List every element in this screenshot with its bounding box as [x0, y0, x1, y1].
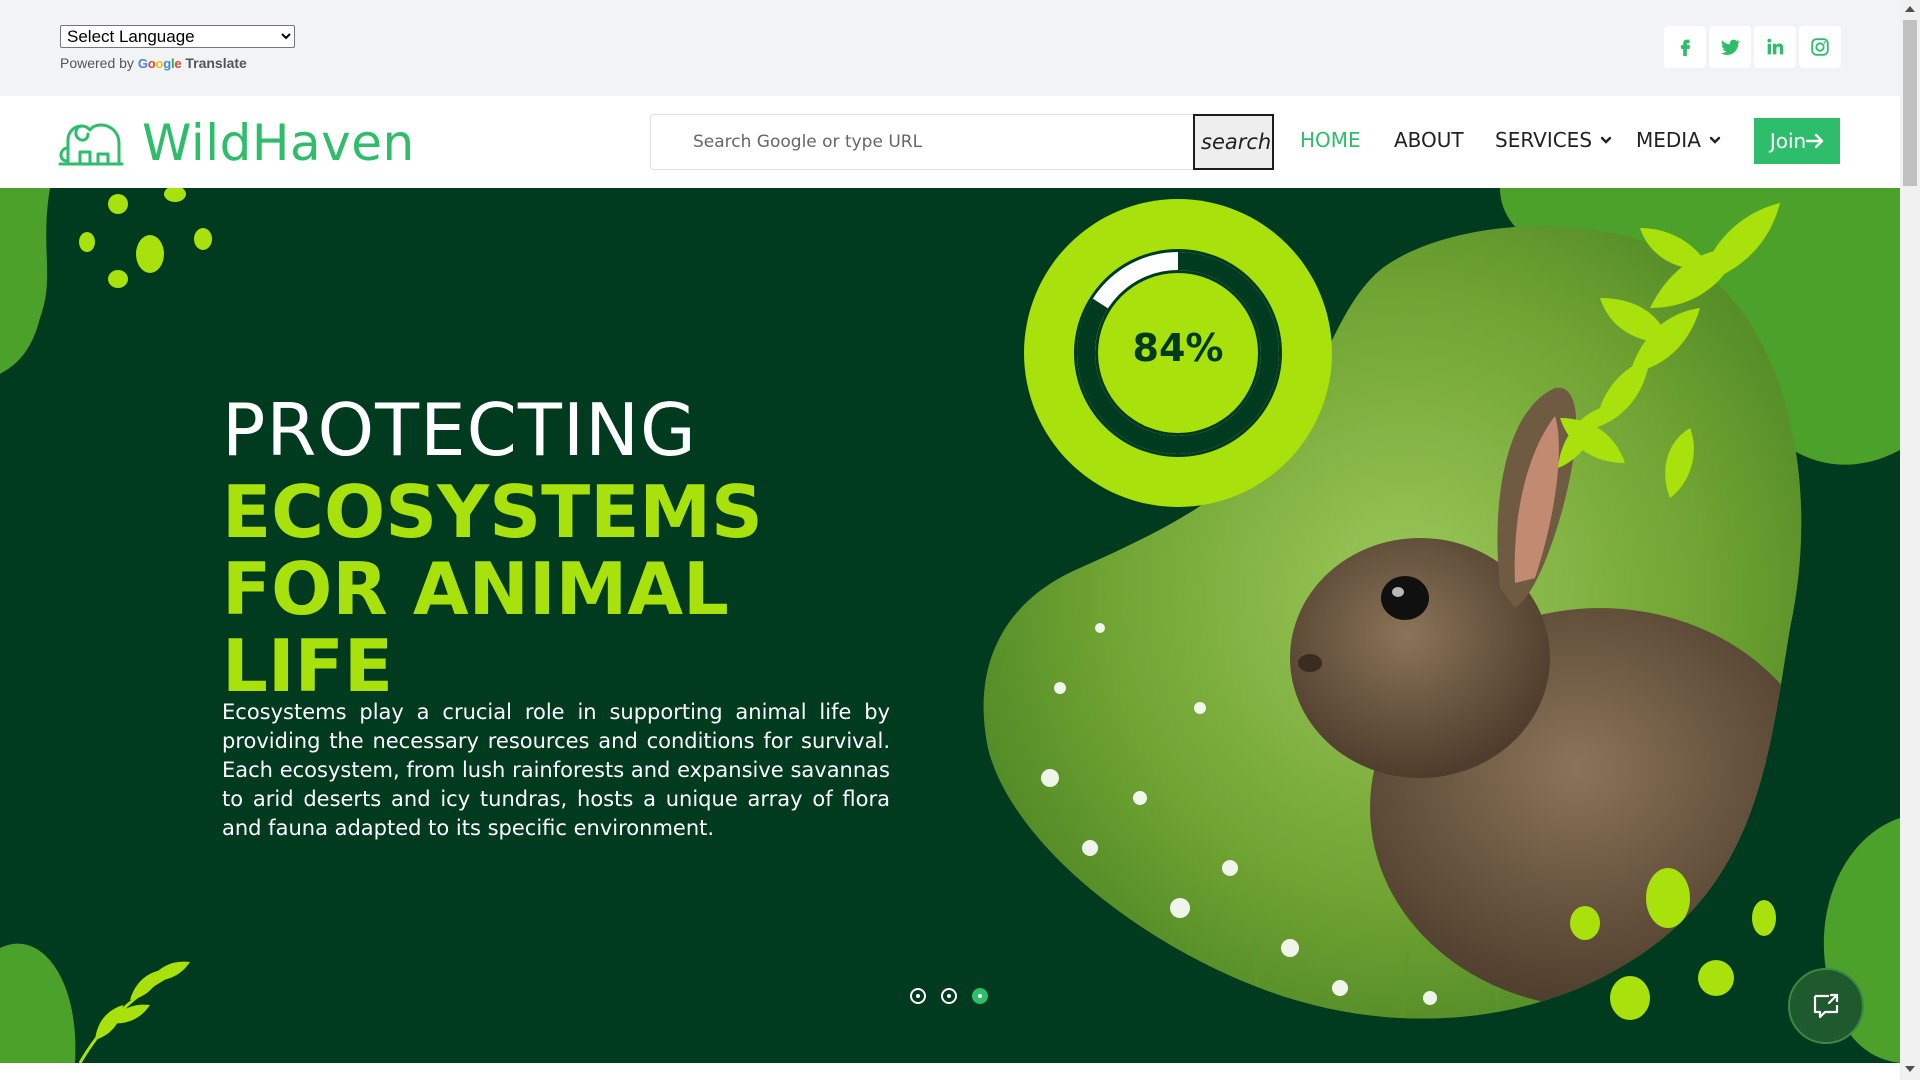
chevron-down-icon	[1600, 136, 1612, 144]
hero-section: 84% PROTECTING ECOSYSTEMS FOR ANIMAL LIF…	[0, 188, 1900, 1063]
chat-icon	[1813, 993, 1839, 1019]
slider-dot-3[interactable]	[972, 988, 988, 1004]
scroll-down-arrow[interactable]	[1905, 1066, 1915, 1072]
powered-by-google-translate: Powered by Google Translate	[60, 55, 247, 71]
chat-button[interactable]	[1788, 968, 1864, 1044]
arrow-right-icon	[1806, 133, 1824, 149]
main-header: WildHaven search HOME ABOUT SERVICES MED…	[0, 96, 1900, 188]
decor-sprig-bottom-left	[78, 961, 190, 1063]
chevron-down-icon	[1709, 136, 1721, 144]
slider-dot-1[interactable]	[910, 988, 926, 1004]
decor-dots-top-left	[79, 188, 212, 288]
slider-dot-2[interactable]	[941, 988, 957, 1004]
nav-home[interactable]: HOME	[1300, 128, 1361, 152]
decor-blob-bottom-left	[0, 943, 76, 1063]
linkedin-icon[interactable]	[1754, 26, 1796, 68]
hero-title-line1: PROTECTING	[222, 388, 697, 472]
nav-about[interactable]: ABOUT	[1394, 128, 1464, 152]
search-box	[650, 114, 1194, 170]
top-bar: Select Language Powered by Google Transl…	[0, 0, 1900, 96]
decor-blob-top-left	[0, 188, 50, 374]
hero-title-line2: ECOSYSTEMS FOR ANIMAL LIFE	[222, 470, 763, 708]
nav-media[interactable]: MEDIA	[1636, 128, 1721, 152]
google-logo: Google	[137, 56, 182, 71]
instagram-icon[interactable]	[1799, 26, 1841, 68]
translate-link[interactable]: Translate	[185, 55, 246, 71]
scroll-thumb[interactable]	[1903, 20, 1917, 186]
elephant-logo-icon[interactable]	[58, 118, 124, 166]
progress-percent: 84%	[1132, 326, 1224, 370]
search-input[interactable]	[651, 115, 1193, 169]
facebook-icon[interactable]	[1664, 26, 1706, 68]
search-button[interactable]: search	[1193, 114, 1274, 170]
twitter-icon[interactable]	[1709, 26, 1751, 68]
brand-name[interactable]: WildHaven	[142, 114, 415, 172]
vertical-scrollbar[interactable]	[1900, 0, 1920, 1080]
scroll-up-arrow[interactable]	[1905, 6, 1915, 12]
nav-services[interactable]: SERVICES	[1495, 128, 1612, 152]
page-bottom-strip	[0, 1063, 1900, 1080]
powered-by-text: Powered by	[60, 55, 134, 71]
hero-description: Ecosystems play a crucial role in suppor…	[222, 700, 890, 840]
join-button[interactable]: Join	[1754, 118, 1840, 164]
language-select[interactable]: Select Language	[60, 25, 295, 48]
